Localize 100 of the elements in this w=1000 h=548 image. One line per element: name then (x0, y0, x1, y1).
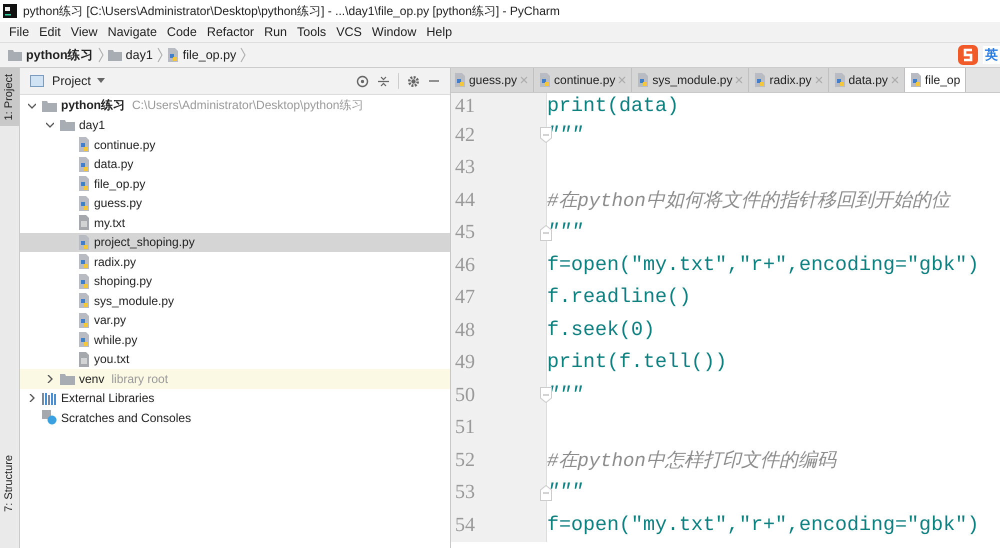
menu-item[interactable]: Edit (34, 25, 66, 39)
folder-icon (60, 119, 75, 132)
fold-marker-icon[interactable] (540, 127, 552, 144)
editor-tab[interactable]: radix.py (749, 68, 828, 92)
line-number: 44 (454, 188, 475, 212)
tool-window-tab[interactable]: 7: Structure (0, 449, 19, 518)
python-file-icon (78, 176, 90, 192)
line-number: 47 (454, 286, 475, 310)
breadcrumb-item[interactable]: file_op.py (182, 48, 236, 62)
line-number: 41 (454, 94, 475, 118)
folder-icon (60, 372, 75, 385)
tree-row[interactable]: day1 (20, 116, 450, 135)
line-number: 48 (454, 318, 475, 342)
breadcrumb-item[interactable]: day1 (126, 48, 153, 62)
line-number: 49 (454, 351, 475, 374)
line-number: 43 (454, 156, 475, 180)
python-file-icon (78, 137, 90, 152)
code-line: f.seek(0) (547, 318, 656, 342)
python-file-icon (834, 73, 846, 87)
chevron-icon (240, 47, 246, 63)
code-comment: #在python中怎样打印文件的编码 (547, 449, 836, 474)
project-path: C:\Users\Administrator\Desktop\python练习 (132, 97, 364, 114)
python-file-icon (78, 196, 90, 211)
menu-item[interactable]: Run (259, 25, 292, 39)
tree-row[interactable]: var.py (20, 310, 450, 330)
tree-row[interactable]: project_shoping.py (20, 232, 450, 252)
python-file-icon (637, 73, 650, 87)
tree-row[interactable]: python练习 C:\Users\Administrator\Desktop\python练习 (20, 96, 450, 116)
tree-row[interactable]: shoping.py (20, 272, 450, 291)
breadcrumb-item[interactable]: python练习 (26, 46, 94, 64)
tree-row[interactable]: my.txt (20, 213, 450, 232)
code-line: f=open("my.txt","r+",encoding="gbk") (547, 254, 980, 277)
editor-tab[interactable]: sys_module.py (632, 68, 750, 92)
menu-item[interactable]: View (66, 25, 103, 39)
docstring-quote: """ (547, 481, 584, 504)
editor-tab[interactable]: data.py (828, 68, 905, 92)
editor-tab[interactable]: file_op (904, 68, 966, 92)
text-file-icon (78, 352, 90, 367)
line-number: 53 (454, 481, 475, 504)
libraries-icon (42, 392, 57, 405)
tool-window-tab[interactable]: 1: Project (0, 68, 19, 126)
menu-item[interactable]: Tools (292, 25, 332, 39)
folder-icon (108, 49, 122, 61)
menu-item[interactable]: VCS (331, 25, 367, 39)
tree-row[interactable]: data.py (20, 154, 450, 174)
menu-item[interactable]: Help (421, 25, 458, 39)
code-line: f=open("my.txt","r+",encoding="gbk") (547, 514, 980, 537)
docstring-quote: """ (547, 221, 584, 244)
line-number: 45 (454, 221, 475, 244)
python-file-icon (78, 332, 90, 348)
menu-item[interactable]: Refactor (202, 25, 260, 39)
editor-tab[interactable]: guess.py (451, 68, 534, 92)
python-file-icon (454, 73, 466, 87)
input-mode-label[interactable]: 英 (983, 46, 1000, 64)
collapse-all-icon[interactable] (377, 74, 390, 88)
code-line: print(f.tell()) (547, 351, 728, 374)
tree-row[interactable]: sys_module.py (20, 291, 450, 310)
menu-item[interactable]: File (4, 25, 34, 39)
code-comment: #在python中如何将文件的指针移回到开始的位 (547, 189, 950, 214)
tree-row[interactable]: External Libraries (20, 388, 450, 408)
python-file-icon (78, 293, 90, 308)
line-number: 42 (454, 124, 475, 147)
tree-row[interactable]: guess.py (20, 194, 450, 213)
tree-row[interactable]: file_op.py (20, 174, 450, 194)
line-number: 46 (454, 254, 475, 277)
python-file-icon (78, 234, 90, 250)
dropdown-caret-icon[interactable] (96, 78, 105, 84)
python-file-icon (78, 274, 90, 289)
fold-marker-icon[interactable] (540, 224, 552, 241)
tree-row[interactable]: continue.py (20, 135, 450, 154)
tree-row[interactable]: you.txt (20, 350, 450, 369)
panel-icon (30, 75, 44, 87)
tree-row[interactable]: while.py (20, 330, 450, 350)
tree-row[interactable]: radix.py (20, 252, 450, 272)
fold-marker-icon[interactable] (540, 387, 552, 404)
python-file-icon (78, 254, 90, 270)
menu-item[interactable]: Window (366, 25, 422, 39)
code-line: print(data) (547, 94, 680, 118)
text-file-icon (78, 215, 90, 230)
line-number: 50 (454, 384, 475, 407)
folder-icon (8, 49, 22, 61)
python-file-icon (78, 312, 90, 328)
settings-icon[interactable] (407, 74, 420, 88)
folder-icon (42, 100, 57, 112)
line-number: 54 (454, 514, 475, 537)
panel-title[interactable]: Project (52, 74, 91, 88)
app-logo-icon (3, 4, 17, 18)
chevron-icon (156, 47, 163, 63)
editor-tab[interactable]: continue.py (534, 68, 632, 92)
line-number: 51 (454, 416, 475, 440)
fold-marker-icon[interactable] (540, 484, 552, 501)
tree-row[interactable]: venv library root (20, 369, 450, 388)
tree-row[interactable]: Scratches and Consoles (20, 408, 450, 428)
python-file-icon (539, 73, 552, 87)
menu-item[interactable]: Code (162, 25, 202, 39)
python-file-icon (166, 48, 179, 62)
python-file-icon (754, 73, 766, 87)
library-note: library root (111, 372, 168, 386)
locate-icon[interactable] (356, 74, 369, 88)
menu-item[interactable]: Navigate (102, 25, 162, 39)
